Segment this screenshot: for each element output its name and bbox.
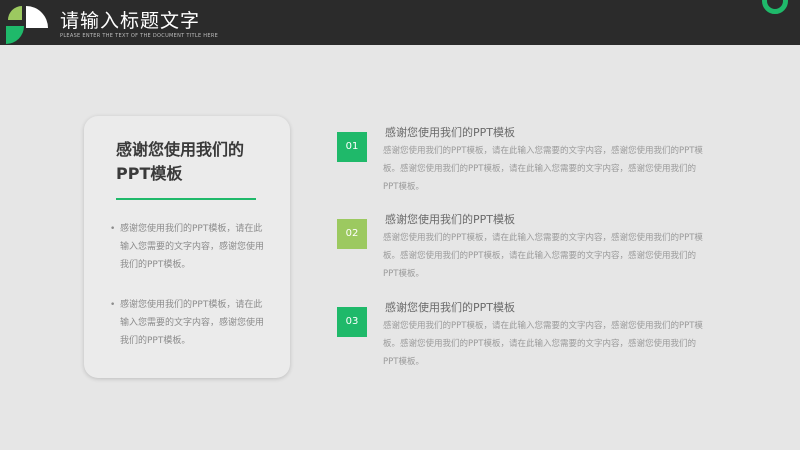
header-bar: 请输入标题文字 PLEASE ENTER THE TEXT OF THE DOC… [0, 0, 800, 45]
ring-decoration-icon [762, 0, 788, 14]
logo-shapes-icon [6, 6, 48, 44]
card-bullet: • 感谢您使用我们的PPT模板，请在此输入您需要的文字内容，感谢您使用我们的PP… [110, 220, 270, 274]
summary-card: 感谢您使用我们的PPT模板 • 感谢您使用我们的PPT模板，请在此输入您需要的文… [84, 116, 290, 378]
page-subtitle: PLEASE ENTER THE TEXT OF THE DOCUMENT TI… [60, 33, 219, 39]
card-divider [116, 198, 256, 200]
card-bullet-text: 感谢您使用我们的PPT模板，请在此输入您需要的文字内容，感谢您使用我们的PPT模… [120, 224, 265, 270]
card-bullet: • 感谢您使用我们的PPT模板，请在此输入您需要的文字内容，感谢您使用我们的PP… [110, 296, 270, 350]
item-text: 感谢您使用我们的PPT模板，请在此输入您需要的文字内容，感谢您使用我们的PPT模… [383, 146, 703, 192]
item-title: 感谢您使用我们的PPT模板 [385, 301, 515, 314]
item-number-badge: 02 [337, 219, 367, 249]
item-number-badge: 03 [337, 307, 367, 337]
page-title: 请输入标题文字 [60, 10, 201, 32]
bullet-dot-icon: • [110, 300, 116, 310]
bullet-dot-icon: • [110, 224, 116, 234]
card-title: 感谢您使用我们的PPT模板 [116, 140, 245, 183]
item-title: 感谢您使用我们的PPT模板 [385, 126, 515, 139]
card-bullet-text: 感谢您使用我们的PPT模板，请在此输入您需要的文字内容，感谢您使用我们的PPT模… [120, 300, 265, 346]
item-title: 感谢您使用我们的PPT模板 [385, 213, 515, 226]
item-text: 感谢您使用我们的PPT模板，请在此输入您需要的文字内容，感谢您使用我们的PPT模… [383, 233, 703, 279]
item-text: 感谢您使用我们的PPT模板，请在此输入您需要的文字内容，感谢您使用我们的PPT模… [383, 321, 703, 367]
item-number-badge: 01 [337, 132, 367, 162]
